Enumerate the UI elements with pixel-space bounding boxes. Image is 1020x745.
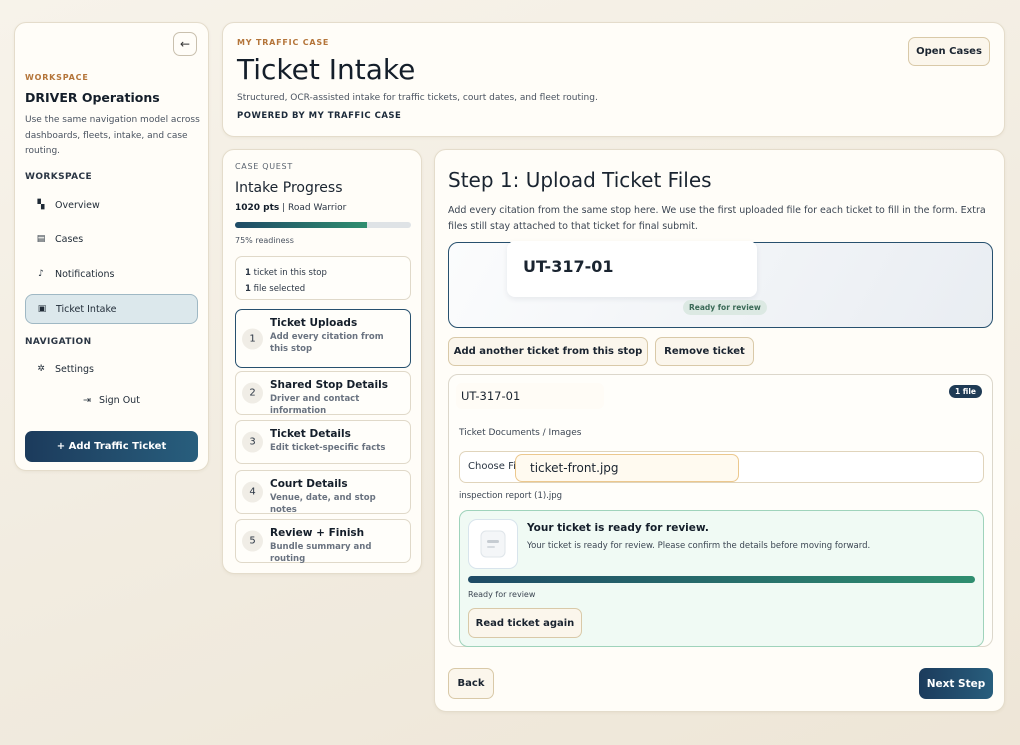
sign-out-icon: ⇥ (83, 395, 91, 406)
page-subtitle: Structured, OCR-assisted intake for traf… (237, 93, 598, 103)
ticket-tab-title: UT-317-01 (523, 257, 614, 276)
sidebar-item-label: Ticket Intake (56, 303, 117, 315)
step-description: Driver and contact information (270, 394, 360, 416)
step-ticket-details[interactable]: 3 Ticket Details Edit ticket-specific fa… (235, 420, 411, 464)
sidebar-item-settings[interactable]: ✲ Settings (25, 354, 198, 384)
step-number: 2 (242, 382, 263, 404)
cases-icon: ▤ (36, 234, 46, 244)
read-ticket-again-button[interactable]: Read ticket again (468, 608, 582, 638)
sidebar-item-label: Settings (55, 363, 94, 375)
step-title: Ticket Details (270, 428, 351, 440)
step-title: Review + Finish (270, 527, 365, 539)
sidebar-item-label: Notifications (55, 268, 115, 280)
sign-out-button[interactable]: ⇥ Sign Out (83, 395, 140, 406)
stat-files: 1 file selected (245, 284, 306, 294)
ticket-id-field[interactable]: UT-317-01 (456, 383, 604, 409)
ticket-tab[interactable]: UT-317-01 (507, 241, 757, 297)
sidebar: ← WORKSPACE DRIVER Operations Use the sa… (14, 22, 209, 471)
header-eyebrow: MY TRAFFIC CASE (237, 38, 330, 47)
sidebar-item-label: Cases (55, 233, 84, 245)
sidebar-item-cases[interactable]: ▤ Cases (25, 224, 198, 254)
bell-icon: ♪ (38, 269, 44, 279)
sidebar-item-overview[interactable]: ▚ Overview (25, 190, 198, 220)
step-description: Bundle summary and routing (270, 542, 372, 564)
sidebar-description: Use the same navigation model across das… (25, 115, 200, 156)
section-navigation: NAVIGATION (25, 337, 92, 347)
ticket-document-card: UT-317-01 1 file Ticket Documents / Imag… (448, 374, 993, 647)
readiness-label: 75% readiness (235, 236, 294, 245)
attached-file-name: inspection report (1).jpg (459, 491, 563, 501)
step-shared-stop-details[interactable]: 2 Shared Stop Details Driver and contact… (235, 371, 411, 416)
back-button[interactable]: Back (448, 668, 494, 699)
upload-panel: Step 1: Upload Ticket Files Add every ci… (434, 149, 1005, 712)
quest-eyebrow: CASE QUEST (235, 162, 293, 171)
step-number: 1 (242, 328, 263, 349)
section-workspace: WORKSPACE (25, 172, 93, 182)
gear-icon: ✲ (37, 364, 45, 374)
review-title: Your ticket is ready for review. (527, 522, 709, 534)
sidebar-item-notifications[interactable]: ♪ Notifications (25, 259, 198, 289)
step-title: Ticket Uploads (270, 317, 358, 329)
step-review-finish[interactable]: 5 Review + Finish Bundle summary and rou… (235, 519, 411, 564)
next-step-button[interactable]: Next Step (919, 668, 993, 699)
documents-label: Ticket Documents / Images (459, 428, 582, 438)
powered-by: POWERED BY MY TRAFFIC CASE (237, 111, 402, 121)
intake-progress-panel: CASE QUEST Intake Progress 1020 pts | Ro… (222, 149, 422, 574)
review-description: Your ticket is ready for review. Please … (527, 541, 871, 551)
add-another-ticket-button[interactable]: Add another ticket from this stop (448, 337, 648, 366)
arrow-left-icon: ← (179, 37, 191, 51)
dashboard-icon: ▚ (37, 200, 45, 210)
step-ticket-uploads[interactable]: 1 Ticket Uploads Add every citation from… (235, 309, 411, 368)
step-title: Court Details (270, 478, 348, 490)
ocr-progress-bar (468, 576, 975, 583)
remove-ticket-button[interactable]: Remove ticket (655, 337, 754, 366)
selected-file-name: ticket-front.jpg (515, 454, 739, 482)
step-description: Add every citation from this stop (270, 332, 384, 354)
stop-stats: 1 ticket in this stop 1 file selected (235, 256, 411, 300)
stat-tickets: 1 ticket in this stop (245, 268, 327, 278)
step-number: 4 (242, 481, 263, 503)
sidebar-item-label: Overview (55, 199, 100, 211)
step-description: Add every citation from the same stop he… (448, 205, 986, 232)
step-description: Edit ticket-specific facts (270, 443, 386, 453)
status-badge: Ready for review (683, 300, 767, 315)
step-heading: Step 1: Upload Ticket Files (448, 168, 712, 192)
sidebar-eyebrow: WORKSPACE (25, 73, 89, 82)
step-court-details[interactable]: 4 Court Details Venue, date, and stop no… (235, 470, 411, 515)
ocr-status: Ready for review (468, 590, 536, 599)
step-number: 5 (242, 530, 263, 552)
step-number: 3 (242, 431, 263, 453)
ocr-progress-fill (468, 576, 975, 583)
page-title: Ticket Intake (237, 53, 416, 86)
ticket-tab-strip: UT-317-01 Ready for review (448, 241, 993, 328)
add-traffic-ticket-button[interactable]: + Add Traffic Ticket (25, 431, 198, 462)
sidebar-item-ticket-intake[interactable]: ▣ Ticket Intake (25, 294, 198, 324)
quest-points: 1020 pts | Road Warrior (235, 203, 347, 213)
quest-title: Intake Progress (235, 180, 343, 196)
sidebar-title: DRIVER Operations (25, 90, 160, 105)
document-icon (468, 519, 518, 569)
ocr-review-box: Your ticket is ready for review. Your ti… (459, 510, 984, 647)
ticket-icon: ▣ (37, 304, 47, 314)
sign-out-label: Sign Out (98, 395, 140, 406)
open-cases-button[interactable]: Open Cases (908, 37, 990, 66)
readiness-progress-fill (235, 222, 367, 228)
collapse-sidebar-button[interactable]: ← (173, 32, 197, 56)
step-title: Shared Stop Details (270, 379, 388, 391)
page-header: MY TRAFFIC CASE Ticket Intake Structured… (222, 22, 1005, 137)
readiness-progress-bar (235, 222, 411, 228)
file-count-badge: 1 file (948, 385, 982, 398)
step-description: Venue, date, and stop notes (270, 493, 376, 515)
